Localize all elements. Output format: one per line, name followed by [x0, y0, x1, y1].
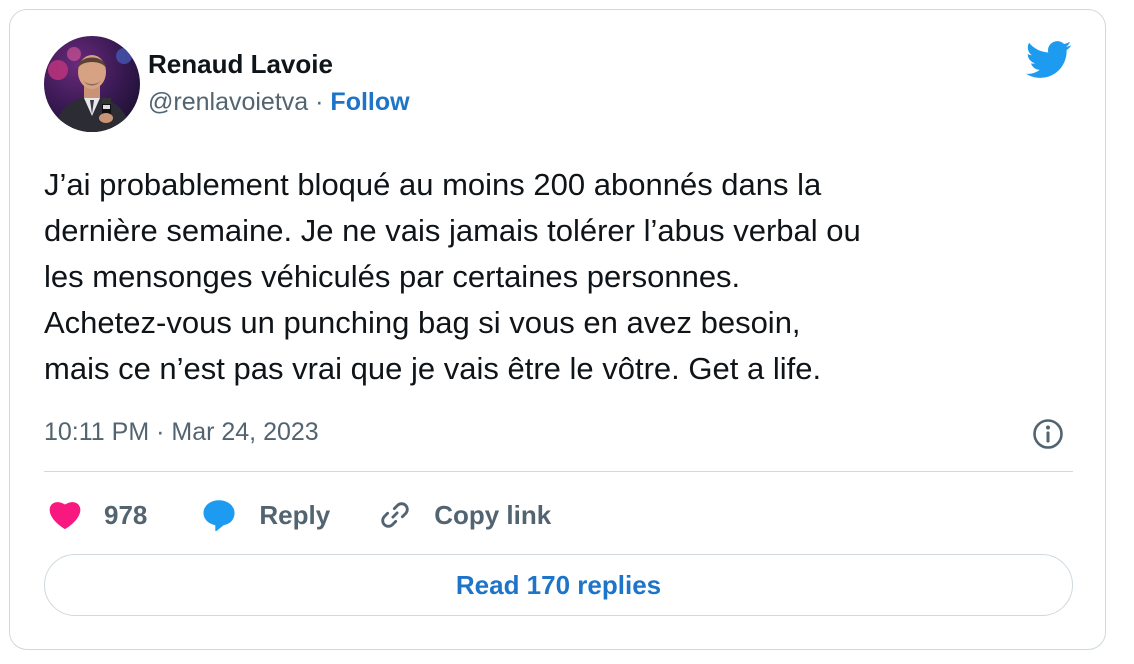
follow-button[interactable]: Follow [330, 88, 409, 116]
author-block: Renaud Lavoie @renlavoietva · Follow [148, 48, 410, 118]
handle-separator: · [315, 88, 324, 116]
divider [44, 471, 1073, 472]
read-replies-button[interactable]: Read 170 replies [44, 554, 1073, 616]
like-count: 978 [104, 499, 148, 530]
info-icon[interactable] [1031, 417, 1065, 451]
twitter-bird-icon[interactable] [1025, 40, 1072, 80]
reply-button[interactable]: Reply [201, 498, 330, 532]
action-bar: 978 Reply Copy link [48, 494, 551, 536]
tweet-line: mais ce n’est pas vrai que je vais être … [44, 351, 822, 386]
tweet-text: J’ai probablement bloqué au moins 200 ab… [44, 162, 1084, 392]
avatar-image [44, 36, 140, 132]
tweet-line: J’ai probablement bloqué au moins 200 ab… [44, 167, 822, 202]
tweet-line: Achetez-vous un punching bag si vous en … [44, 305, 801, 340]
reply-label: Reply [259, 499, 331, 530]
author-handle[interactable]: @renlavoietva [148, 88, 308, 116]
like-button[interactable]: 978 [48, 500, 147, 531]
tweet-card: Renaud Lavoie @renlavoietva · Follow J’a… [9, 9, 1106, 650]
author-name[interactable]: Renaud Lavoie [148, 48, 410, 80]
tweet-line: dernière semaine. Je ne vais jamais tolé… [44, 213, 861, 248]
copy-link-label: Copy link [434, 499, 552, 530]
tweet-line: les mensonges véhiculés par certaines pe… [44, 259, 741, 294]
link-icon [381, 502, 409, 528]
speech-bubble-icon [203, 500, 235, 532]
copy-link-button[interactable]: Copy link [378, 498, 551, 532]
avatar[interactable] [44, 36, 140, 132]
author-handle-row: @renlavoietva · Follow [148, 86, 410, 118]
heart-icon [49, 502, 81, 530]
tweet-timestamp[interactable]: 10:11 PM · Mar 24, 2023 [44, 415, 319, 449]
